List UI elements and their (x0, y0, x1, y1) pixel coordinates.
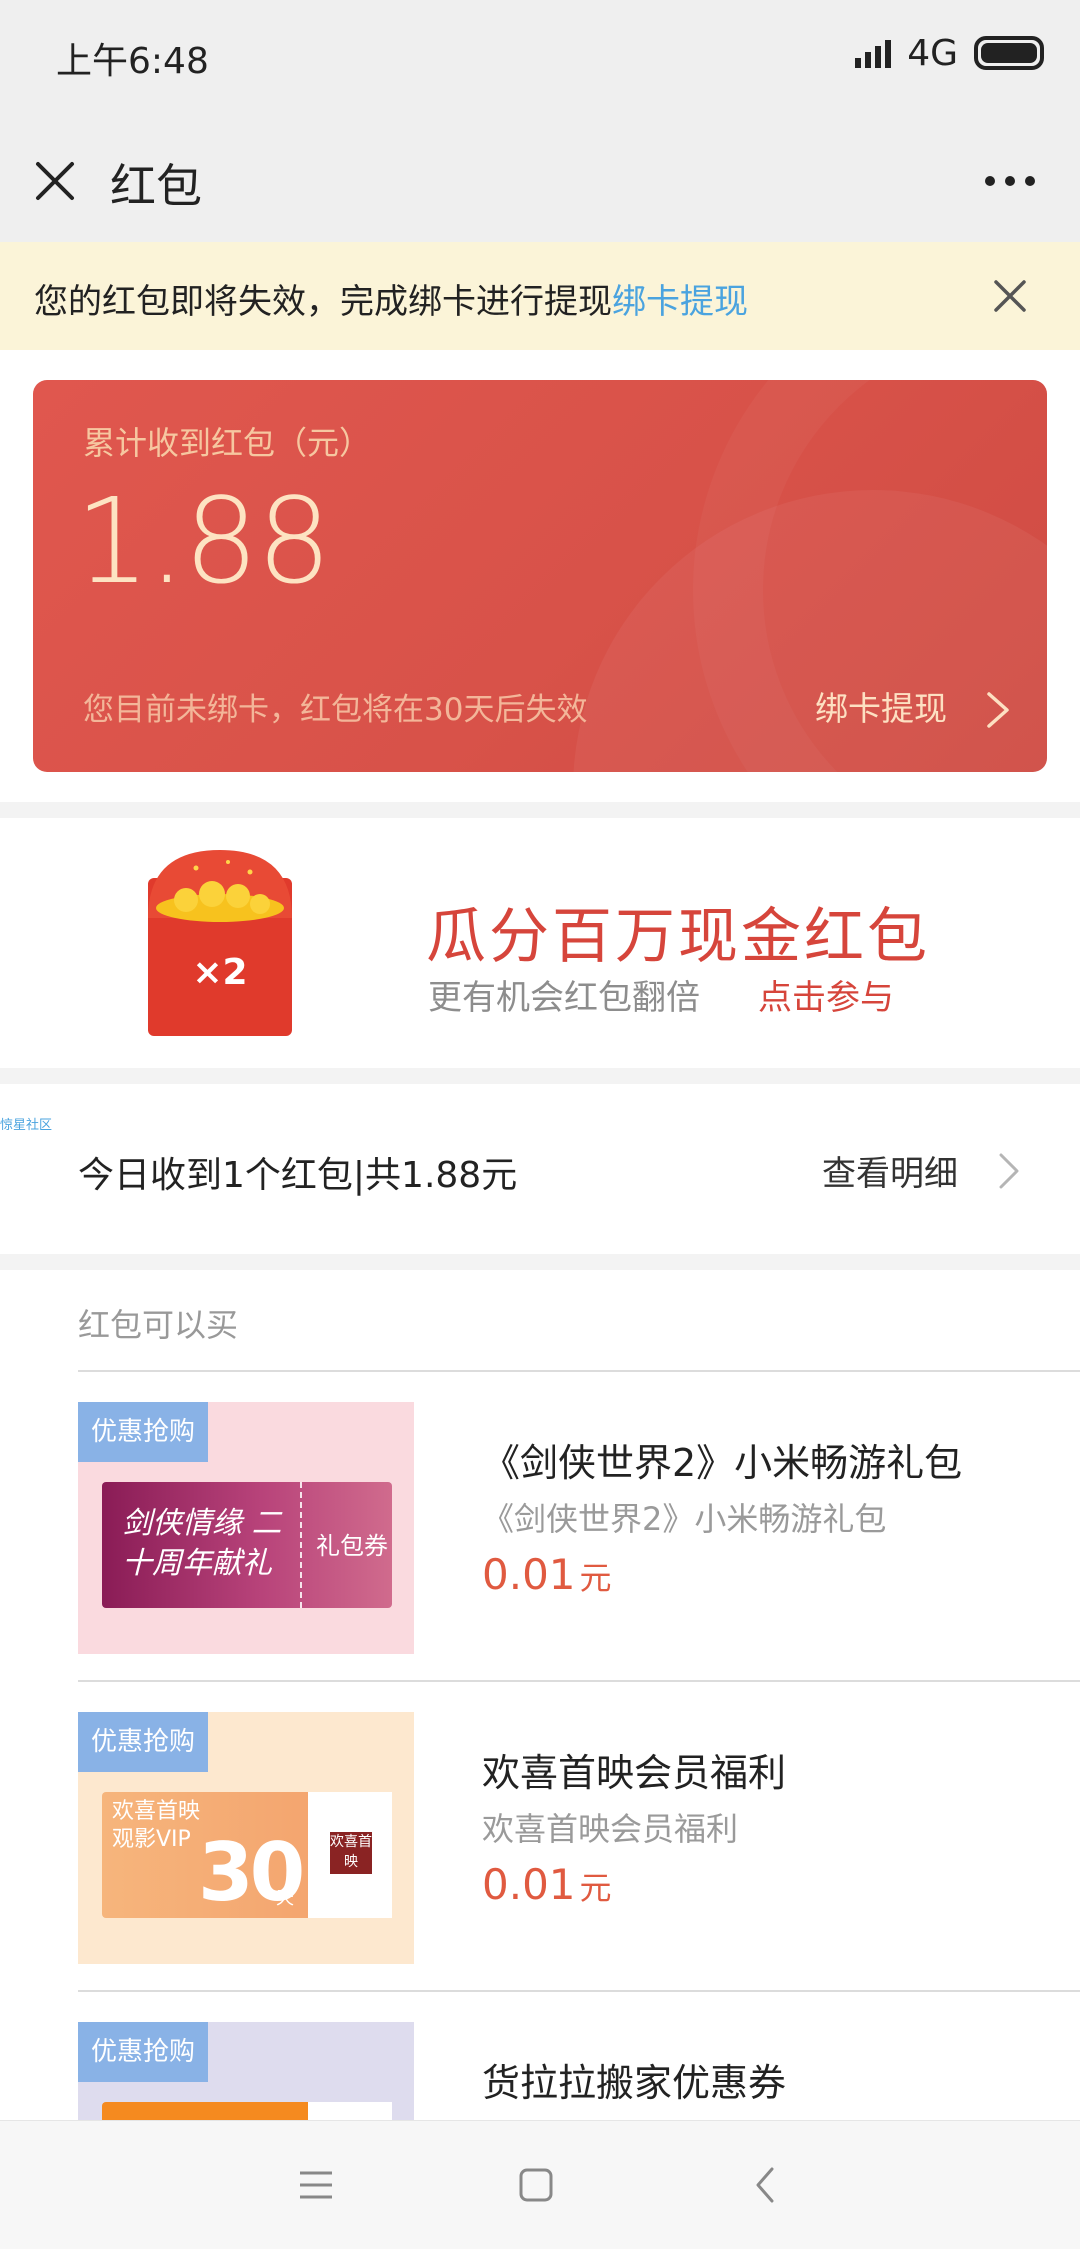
price-value: 0.01 (482, 1550, 576, 1599)
coupon-label: 礼包券 (316, 1532, 388, 1560)
shop-section: 红包可以买 剑侠情缘 二十周年献礼 礼包券 优惠抢购 《剑侠世界2》小米畅游礼包… (0, 1270, 1080, 2120)
shop-item[interactable]: 优惠抢购 货拉拉搬家优惠券 (78, 1992, 1080, 2120)
item-name: 货拉拉搬家优惠券 (482, 2061, 787, 2105)
bind-card-withdraw-button[interactable]: 绑卡提现 (815, 682, 947, 730)
promo-join-link[interactable]: 点击参与 (758, 970, 894, 1019)
coupon-stub: 欢喜首映 (308, 1792, 392, 1918)
home-icon[interactable] (506, 2155, 566, 2215)
coupon-dash-divider (300, 1482, 302, 1608)
item-price: 0.01 元 (482, 1550, 612, 1599)
coupon-graphic (102, 2102, 392, 2120)
unbound-hint: 您目前未绑卡，红包将在30天后失效 (83, 692, 588, 728)
section-title: 红包可以买 (78, 1306, 239, 1344)
envelope-multiplier: ×2 (192, 952, 247, 993)
item-thumbnail: 欢喜首映 观影VIP 30 天 欢喜首映 优惠抢购 (78, 1712, 414, 1964)
expiry-notice: 您的红包即将失效，完成绑卡进行提现 绑卡提现 (0, 242, 1080, 350)
price-unit: 元 (579, 1559, 612, 1597)
notice-close-icon[interactable] (990, 276, 1030, 316)
page-title: 红包 (110, 159, 202, 213)
signal-icon (855, 38, 892, 68)
battery-icon (974, 36, 1044, 70)
today-summary-text: 今日收到1个红包|共1.88元 (78, 1155, 518, 1196)
coupon-stub (308, 2102, 392, 2120)
chevron-right-icon[interactable] (983, 688, 1013, 732)
shop-item[interactable]: 剑侠情缘 二十周年献礼 礼包券 优惠抢购 《剑侠世界2》小米畅游礼包 《剑侠世界… (78, 1372, 1080, 1682)
item-price: 0.01 元 (482, 1860, 612, 1909)
item-name: 《剑侠世界2》小米畅游礼包 (482, 1441, 963, 1485)
view-details-link[interactable]: 查看明细 (822, 1146, 958, 1195)
promo-tag: 优惠抢购 (78, 1712, 208, 1772)
coupon-art-text: 欢喜首映 观影VIP (112, 1799, 201, 1852)
close-icon[interactable] (30, 156, 80, 206)
title-bar: 红包 (0, 110, 1080, 242)
system-nav-bar (0, 2120, 1080, 2249)
total-amount: 1.88 (75, 472, 332, 610)
summary-card: 累计收到红包（元） 1.88 您目前未绑卡，红包将在30天后失效 绑卡提现 (33, 380, 1047, 772)
notice-text: 您的红包即将失效，完成绑卡进行提现 (34, 282, 612, 322)
coupon-graphic: 欢喜首映 观影VIP 30 天 欢喜首映 (102, 1792, 392, 1919)
promo-tag: 优惠抢购 (78, 2022, 208, 2082)
item-thumbnail: 优惠抢购 (78, 2022, 414, 2120)
coupon-graphic: 剑侠情缘 二十周年献礼 礼包券 (102, 1482, 392, 1608)
total-label: 累计收到红包（元） (83, 424, 372, 462)
promo-banner[interactable]: ×2 瓜分百万现金红包 更有机会红包翻倍 点击参与 (0, 818, 1080, 1068)
brand-logo: 欢喜首映 (330, 1832, 372, 1874)
red-envelope-icon: ×2 (148, 850, 292, 1036)
status-time: 上午6:48 (56, 41, 209, 82)
promo-headline: 瓜分百万现金红包 (426, 902, 930, 972)
coupon-days-unit: 天 (276, 1888, 294, 1909)
status-bar: 上午6:48 4G (0, 0, 1080, 110)
status-right: 4G (855, 28, 1044, 78)
price-value: 0.01 (482, 1860, 576, 1909)
today-summary-row[interactable]: 惊星社区 今日收到1个红包|共1.88元 查看明细 (0, 1084, 1080, 1254)
back-icon[interactable] (736, 2155, 796, 2215)
coupon-art-text: 剑侠情缘 二十周年献礼 (122, 1506, 282, 1581)
summary-section: 累计收到红包（元） 1.88 您目前未绑卡，红包将在30天后失效 绑卡提现 (0, 350, 1080, 802)
item-name: 欢喜首映会员福利 (482, 1751, 787, 1795)
promo-tag: 优惠抢购 (78, 1402, 208, 1462)
chevron-right-icon[interactable] (996, 1150, 1022, 1192)
price-unit: 元 (579, 1869, 612, 1907)
more-icon[interactable] (980, 166, 1040, 196)
tiny-label: 惊星社区 (0, 1118, 53, 1133)
shop-item[interactable]: 欢喜首映 观影VIP 30 天 欢喜首映 优惠抢购 欢喜首映会员福利 欢喜首映会… (78, 1682, 1080, 1992)
item-desc: 《剑侠世界2》小米畅游礼包 (482, 1500, 887, 1538)
network-label: 4G (907, 32, 958, 74)
promo-subtitle: 更有机会红包翻倍 (428, 978, 700, 1018)
notice-bind-card-link[interactable]: 绑卡提现 (612, 274, 748, 323)
item-desc: 欢喜首映会员福利 (482, 1810, 739, 1848)
item-thumbnail: 剑侠情缘 二十周年献礼 礼包券 优惠抢购 (78, 1402, 414, 1654)
menu-icon[interactable] (286, 2155, 346, 2215)
